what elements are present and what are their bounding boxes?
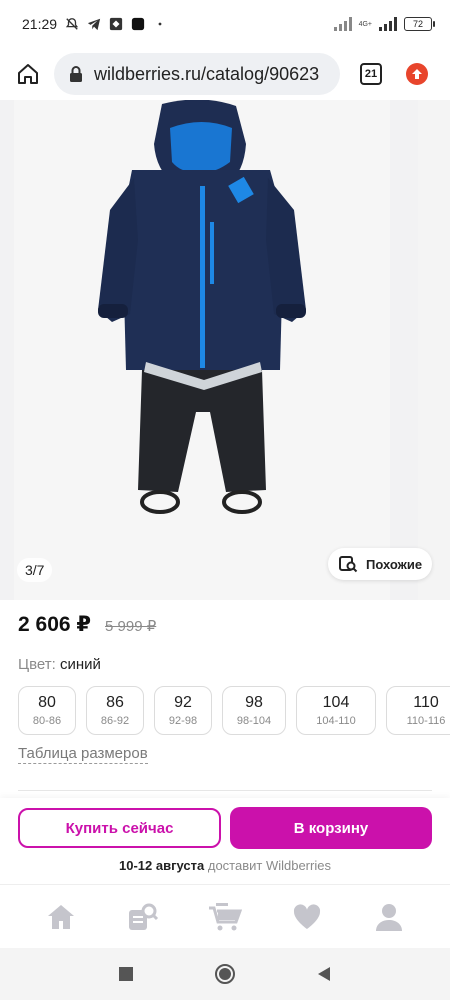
snowsuit-image [98, 100, 306, 514]
status-right: 4G+ 72 [333, 17, 435, 31]
current-price: 2 606 ₽ [18, 613, 91, 636]
signal-icon-2 [379, 17, 397, 31]
delivery-info: 10-12 августа доставит Wildberries [0, 858, 450, 873]
system-nav-bar [0, 948, 450, 1000]
divider [18, 790, 432, 791]
color-label: Цвет: [18, 656, 56, 673]
recents-icon[interactable] [118, 966, 134, 982]
size-range: 86-92 [100, 715, 130, 727]
browser-bar: wildberries.ru/catalog/90623 21 [0, 48, 450, 100]
update-button[interactable] [406, 63, 428, 85]
home-circle-icon[interactable] [214, 963, 236, 985]
app-icon [109, 17, 123, 31]
url-text: wildberries.ru/catalog/90623 [94, 63, 320, 84]
status-time: 21:29 [22, 16, 58, 32]
heart-icon [293, 903, 321, 929]
size-selector: 80 80-86 86 86-92 92 92-98 98 98-104 104… [18, 686, 450, 736]
size-label: 92 [174, 694, 192, 711]
home-icon [48, 904, 74, 929]
profile-icon [376, 903, 402, 931]
signal-icon [333, 17, 352, 31]
nav-favorites[interactable] [287, 897, 327, 937]
size-chip[interactable]: 98 98-104 [222, 686, 286, 735]
size-label: 86 [106, 694, 124, 711]
lock-icon [70, 66, 82, 82]
nav-catalog[interactable] [123, 897, 163, 937]
size-range: 110-116 [406, 715, 446, 727]
status-bar: 21:29 4G+ 72 [0, 0, 450, 48]
notification-icon [131, 17, 145, 31]
status-left: 21:29 [22, 16, 167, 32]
network-label: 4G+ [358, 20, 372, 28]
photo-counter: 3/7 [17, 558, 53, 582]
size-label: 80 [38, 694, 56, 711]
size-range: 92-98 [168, 715, 198, 727]
battery-indicator: 72 [404, 17, 435, 31]
size-label: 104 [322, 694, 350, 711]
battery-level: 72 [412, 19, 423, 29]
home-icon [18, 64, 38, 84]
size-range: 98-104 [236, 715, 272, 727]
old-price: 5 999 ₽ [105, 618, 157, 635]
tab-count: 21 [364, 68, 378, 80]
mute-icon [65, 18, 79, 30]
similar-label: Похожие [366, 556, 423, 572]
size-range: 104-110 [316, 715, 356, 727]
nav-cart[interactable] [205, 897, 245, 937]
size-label: 98 [245, 694, 263, 711]
size-chip[interactable]: 92 92-98 [154, 686, 212, 735]
url-bar[interactable]: wildberries.ru/catalog/90623 [54, 53, 340, 95]
catalog-search-icon [129, 903, 159, 930]
cart-icon [209, 902, 242, 930]
similar-button[interactable]: Похожие [328, 548, 432, 580]
search-similar-icon [339, 556, 358, 573]
home-button[interactable] [14, 60, 42, 88]
telegram-icon [87, 18, 101, 31]
size-chip[interactable]: 104 104-110 [296, 686, 376, 735]
product-gallery[interactable] [0, 100, 450, 600]
size-chip[interactable]: 110 110-116 [386, 686, 450, 735]
update-icon [412, 69, 422, 79]
add-to-cart-button[interactable]: В корзину [230, 807, 432, 849]
size-label: 110 [413, 694, 439, 711]
nav-home[interactable] [41, 897, 81, 937]
product-photo[interactable] [14, 100, 390, 600]
price-row: 2 606 ₽ 5 999 ₽ [18, 612, 156, 637]
size-range: 80-86 [32, 715, 62, 727]
color-row: Цвет: синий [18, 656, 101, 673]
delivery-date: 10-12 августа [119, 858, 205, 873]
size-table-link[interactable]: Таблица размеров [18, 745, 148, 764]
buy-now-button[interactable]: Купить сейчас [18, 808, 221, 848]
more-dot-icon [158, 22, 162, 26]
back-icon[interactable] [316, 966, 332, 982]
size-chip[interactable]: 86 86-92 [86, 686, 144, 735]
next-photo-peek[interactable] [418, 100, 450, 600]
nav-profile[interactable] [369, 897, 409, 937]
delivery-text: доставит Wildberries [204, 858, 331, 873]
size-chip[interactable]: 80 80-86 [18, 686, 76, 735]
color-value: синий [59, 656, 101, 673]
tabs-button[interactable]: 21 [360, 63, 382, 85]
bottom-nav [0, 884, 450, 948]
purchase-panel: Купить сейчас В корзину 10-12 августа до… [0, 798, 450, 884]
